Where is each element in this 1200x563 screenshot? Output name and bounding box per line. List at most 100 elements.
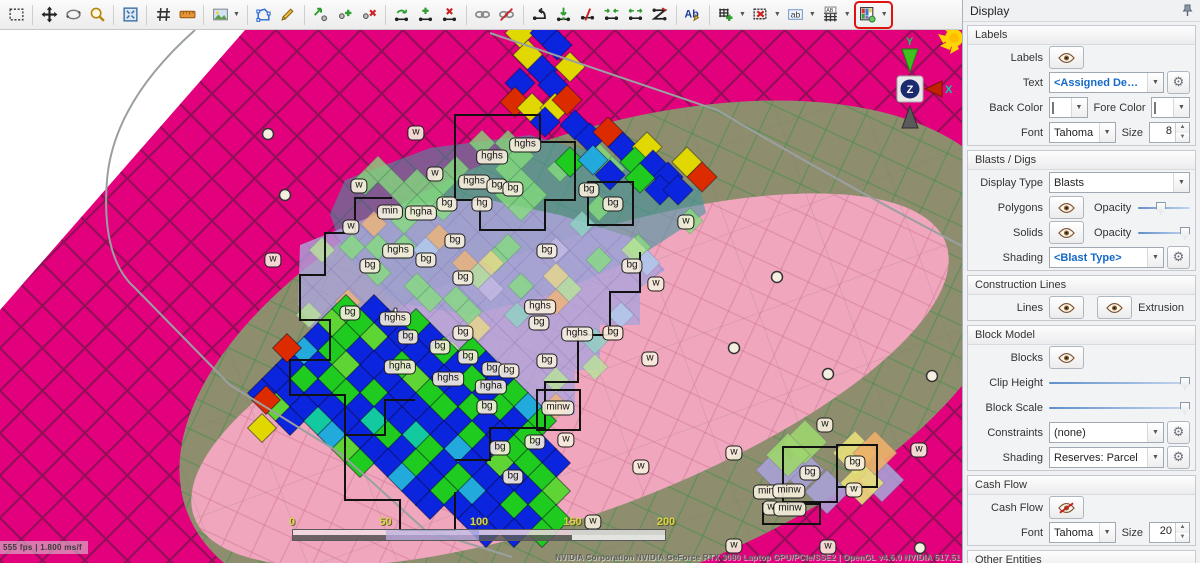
- add-point-button[interactable]: [334, 4, 356, 26]
- orbit-tool-button[interactable]: [62, 4, 84, 26]
- labels-visibility-label: Labels: [973, 52, 1043, 64]
- cashflow-font-spin-buttons[interactable]: ▲▼: [1175, 523, 1189, 542]
- display-type-dropdown[interactable]: Blasts▼: [1049, 172, 1190, 193]
- label-colors-back-dropdown-arrow[interactable]: ▼: [1071, 98, 1087, 117]
- grid-label-options-dropdown-arrow[interactable]: ▼: [842, 11, 853, 18]
- toolbar-separator: [304, 5, 305, 25]
- remove-grid-button[interactable]: [750, 4, 772, 26]
- polygons-eye-toggle[interactable]: [1049, 196, 1084, 219]
- delete-segment-button[interactable]: [439, 4, 461, 26]
- move-point-button[interactable]: [310, 4, 332, 26]
- select-tool-button[interactable]: [5, 4, 27, 26]
- block-scale-slider-thumb[interactable]: [1180, 402, 1190, 415]
- zoom-tool-button[interactable]: [86, 4, 108, 26]
- svg-text:ab: ab: [791, 9, 801, 19]
- image-tool-button[interactable]: [209, 4, 231, 26]
- label-text-dropdown-arrow[interactable]: ▼: [1147, 73, 1163, 92]
- delete-point-button[interactable]: [358, 4, 380, 26]
- image-tool-dropdown-arrow[interactable]: ▼: [231, 11, 242, 18]
- block-label-bg: bg: [502, 182, 523, 197]
- add-grid-button[interactable]: [715, 4, 737, 26]
- clip-height-slider[interactable]: [1049, 375, 1190, 391]
- label-font-value: Tahoma: [1050, 127, 1099, 139]
- label-colors-fore[interactable]: ▼: [1151, 97, 1190, 118]
- blast-shading-value: <Blast Type>: [1050, 252, 1147, 264]
- polygons-slider-thumb[interactable]: [1156, 202, 1166, 215]
- fit-view-button[interactable]: [119, 4, 141, 26]
- insert-vertex-button[interactable]: [553, 4, 575, 26]
- edit-tool-button[interactable]: [277, 4, 299, 26]
- blast-shading-dropdown[interactable]: <Blast Type>▼: [1049, 247, 1164, 268]
- construction-lines-extrusion-eye-toggle[interactable]: [1097, 296, 1132, 319]
- blast-shading-settings-button[interactable]: ⚙: [1167, 246, 1190, 269]
- pin-icon[interactable]: [1182, 4, 1193, 17]
- construction-lines-eye-toggle[interactable]: [1049, 296, 1084, 319]
- cashflow-font-dropdown[interactable]: Tahoma▼: [1049, 522, 1116, 543]
- block-label-w: w: [264, 253, 281, 268]
- reshape-line-button[interactable]: [529, 4, 551, 26]
- zoom-icon: [89, 6, 106, 23]
- label-colors-back[interactable]: ▼: [1049, 97, 1088, 118]
- draw-polygon-tool-button[interactable]: [253, 4, 275, 26]
- cashflow-font-spin-up[interactable]: ▲: [1176, 523, 1189, 533]
- row-display-type: Display TypeBlasts▼: [968, 170, 1195, 195]
- grid-hash-icon: [155, 6, 172, 23]
- grid-toggle-button[interactable]: [152, 4, 174, 26]
- join-lines-button[interactable]: [601, 4, 623, 26]
- viewport-canvas[interactable]: whghshghswwhghsbgbgbgbgminhghabghgwwhghs…: [0, 30, 962, 563]
- extend-line-button[interactable]: [625, 4, 647, 26]
- cashflow-font-size-spinner[interactable]: 20▲▼: [1149, 522, 1190, 543]
- label-options-dropdown-arrow[interactable]: ▼: [807, 11, 818, 18]
- link-lines-button[interactable]: [472, 4, 494, 26]
- toolbar-separator: [203, 5, 204, 25]
- label-text-settings-button[interactable]: ⚙: [1167, 71, 1190, 94]
- labels-visibility-eye-toggle[interactable]: [1049, 46, 1084, 69]
- blast-shading-dropdown-arrow[interactable]: ▼: [1147, 248, 1163, 267]
- label-colors-fore-dropdown-arrow[interactable]: ▼: [1173, 98, 1189, 117]
- label-font-spin-buttons[interactable]: ▲▼: [1175, 123, 1189, 142]
- axis-gizmo[interactable]: Y Z X: [892, 30, 962, 130]
- reverse-line-button[interactable]: [649, 4, 671, 26]
- annotate-text-button[interactable]: Ab: [682, 4, 704, 26]
- solids-slider[interactable]: [1138, 225, 1190, 241]
- solids-slider-thumb[interactable]: [1180, 227, 1190, 240]
- block-shading-settings-button[interactable]: ⚙: [1167, 446, 1190, 469]
- label-font-size-spinner[interactable]: 8▲▼: [1149, 122, 1190, 143]
- unlink-lines-button[interactable]: [496, 4, 518, 26]
- fps-counter: 555 fps | 1.800 ms/f: [0, 541, 88, 554]
- block-shading-options-button[interactable]: [857, 4, 879, 26]
- block-scale-slider[interactable]: [1049, 400, 1190, 416]
- pan-tool-button[interactable]: [38, 4, 60, 26]
- constraints-value: (none): [1050, 427, 1147, 439]
- block-shading-dropdown-arrow[interactable]: ▼: [1147, 448, 1163, 467]
- group-header: Blasts / Digs: [968, 151, 1195, 170]
- label-text-dropdown[interactable]: <Assigned Destina...▼: [1049, 72, 1164, 93]
- solids-eye-toggle[interactable]: [1049, 221, 1084, 244]
- move-segment-button[interactable]: [391, 4, 413, 26]
- cashflow-font-spin-down[interactable]: ▼: [1176, 533, 1189, 543]
- grid-label-options-button[interactable]: AB: [820, 4, 842, 26]
- row-cashflow-font: FontTahoma▼Size20▲▼: [968, 520, 1195, 545]
- block-shading-dropdown[interactable]: Reserves: Parcel▼: [1049, 447, 1164, 468]
- label-font-spin-up[interactable]: ▲: [1176, 123, 1189, 133]
- label-font-dropdown[interactable]: Tahoma▼: [1049, 122, 1116, 143]
- add-segment-button[interactable]: [415, 4, 437, 26]
- remove-grid-dropdown-arrow[interactable]: ▼: [772, 11, 783, 18]
- blocks-visibility-eye-toggle[interactable]: [1049, 346, 1084, 369]
- cashflow-visibility-eye-toggle[interactable]: [1049, 496, 1084, 519]
- display-type-dropdown-arrow[interactable]: ▼: [1173, 173, 1189, 192]
- constraints-settings-button[interactable]: ⚙: [1167, 421, 1190, 444]
- label-options-button[interactable]: ab: [785, 4, 807, 26]
- add-grid-dropdown-arrow[interactable]: ▼: [737, 11, 748, 18]
- cashflow-font-dropdown-arrow[interactable]: ▼: [1099, 523, 1115, 542]
- block-shading-value: Reserves: Parcel: [1050, 452, 1147, 464]
- measure-tool-button[interactable]: [176, 4, 198, 26]
- block-shading-options-dropdown-arrow[interactable]: ▼: [879, 11, 890, 18]
- split-line-button[interactable]: [577, 4, 599, 26]
- constraints-dropdown-arrow[interactable]: ▼: [1147, 423, 1163, 442]
- label-font-dropdown-arrow[interactable]: ▼: [1099, 123, 1115, 142]
- clip-height-slider-thumb[interactable]: [1180, 377, 1190, 390]
- constraints-dropdown[interactable]: (none)▼: [1049, 422, 1164, 443]
- label-font-spin-down[interactable]: ▼: [1176, 133, 1189, 143]
- polygons-slider[interactable]: [1138, 200, 1190, 216]
